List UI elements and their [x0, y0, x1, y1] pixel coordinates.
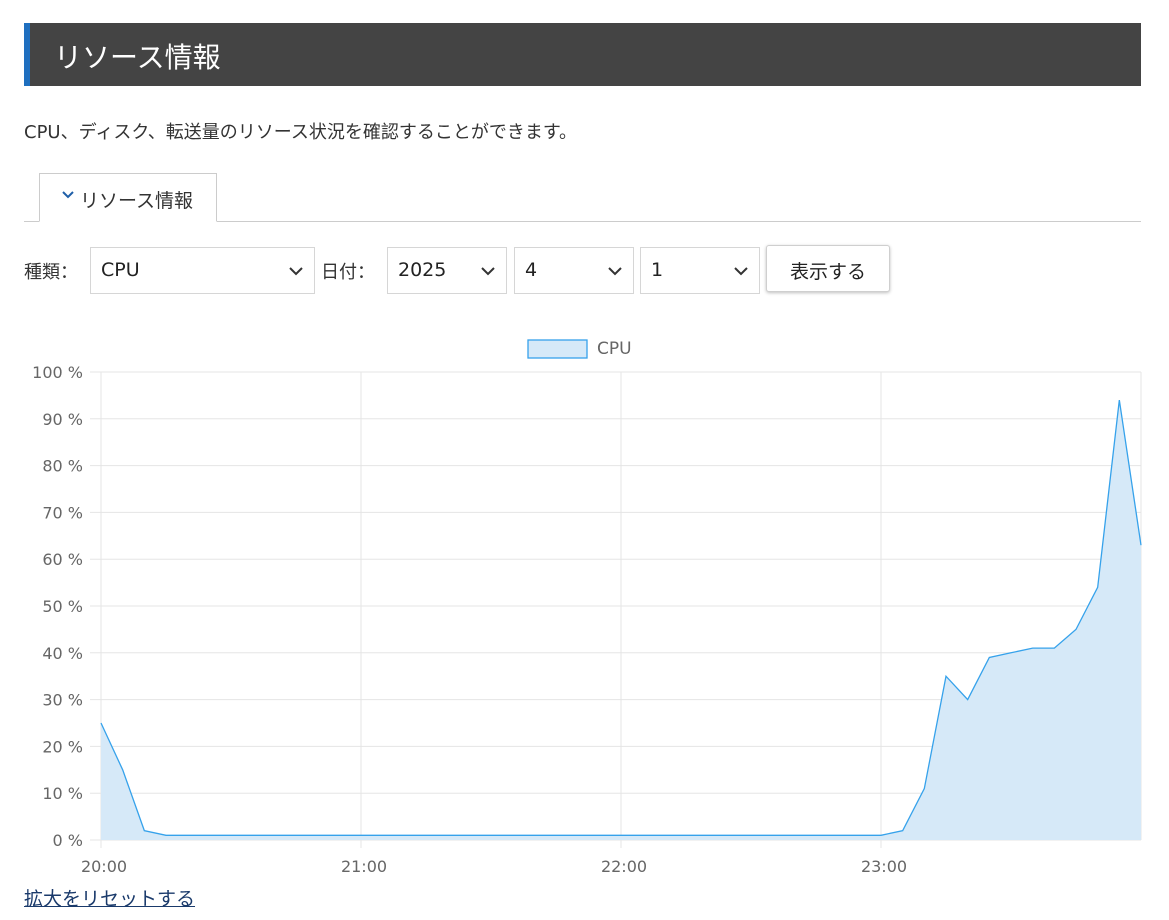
month-select-value: 4 [525, 259, 538, 281]
tab-label: リソース情報 [80, 190, 194, 212]
month-select[interactable]: 4 [514, 247, 634, 294]
y-tick-label: 10 % [42, 784, 83, 803]
page-title: リソース情報 [54, 41, 221, 74]
y-tick-label: 20 % [42, 737, 83, 756]
day-select[interactable]: 1 [640, 247, 760, 294]
chevron-down-icon [608, 267, 622, 276]
year-select-value: 2025 [398, 259, 447, 281]
show-button[interactable]: 表示する [766, 245, 890, 292]
y-tick-label: 100 % [32, 363, 83, 382]
y-tick-label: 50 % [42, 597, 83, 616]
day-select-value: 1 [651, 259, 664, 281]
y-tick-label: 0 % [53, 831, 83, 850]
legend-label: CPU [597, 339, 632, 359]
reset-zoom-link[interactable]: 拡大をリセットする [24, 884, 195, 911]
chevron-down-icon [289, 267, 303, 276]
date-label: 日付： [321, 262, 375, 283]
x-tick-label: 20:00 [81, 857, 127, 876]
legend-swatch [527, 339, 588, 359]
y-tick-label: 80 % [42, 457, 83, 476]
y-tick-label: 60 % [42, 550, 83, 569]
chevron-down-icon [481, 267, 495, 276]
x-tick-label: 21:00 [341, 857, 387, 876]
show-button-label: 表示する [789, 261, 866, 283]
chevron-down-icon [734, 267, 748, 276]
year-select[interactable]: 2025 [387, 247, 507, 294]
page-description: CPU、ディスク、転送量のリソース状況を確認することができます。 [24, 122, 578, 143]
y-tick-label: 90 % [42, 410, 83, 429]
type-label: 種類： [24, 262, 78, 283]
type-select-value: CPU [101, 259, 140, 281]
y-tick-label: 40 % [42, 644, 83, 663]
y-tick-label: 70 % [42, 503, 83, 522]
page-header: リソース情報 [24, 23, 1141, 86]
chevron-down-icon [62, 191, 74, 199]
y-tick-label: 30 % [42, 691, 83, 710]
cpu-chart[interactable]: 0 % 10 % 20 % 30 % 40 % 50 % 60 % 70 % 80 % 90 % 1… [0, 330, 1169, 880]
x-tick-label: 22:00 [601, 857, 647, 876]
tab-resource-info[interactable]: リソース情報 [39, 173, 217, 222]
type-select[interactable]: CPU [90, 247, 315, 294]
x-tick-label: 23:00 [861, 857, 907, 876]
